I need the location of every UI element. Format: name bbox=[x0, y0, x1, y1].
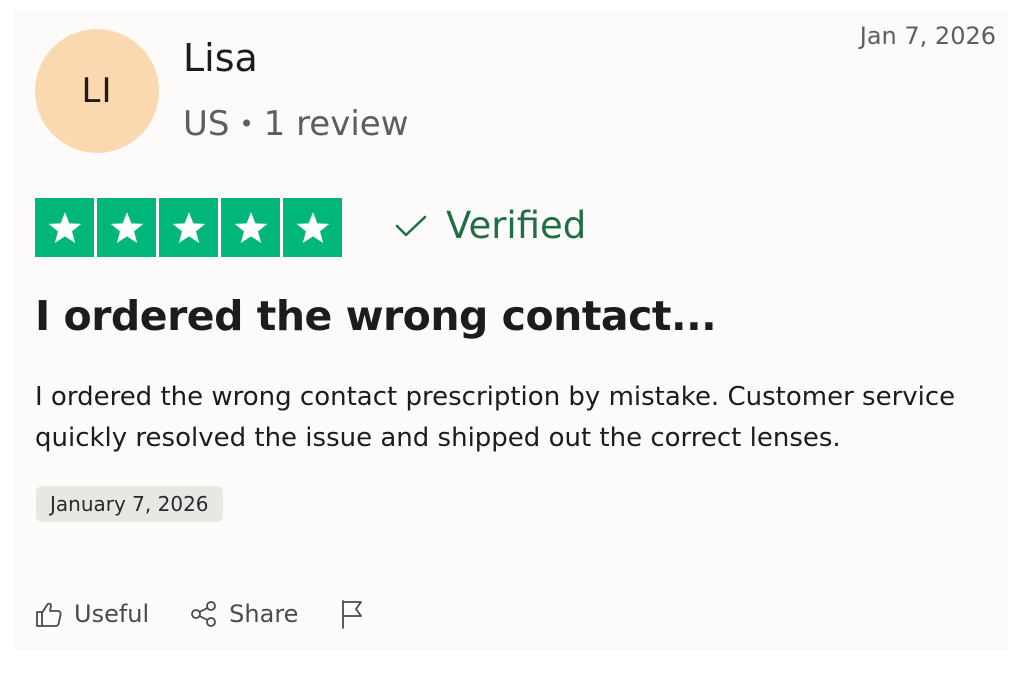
review-card: LI Lisa US • 1 review Jan 7, 2026 Verifi… bbox=[14, 10, 1008, 650]
experience-date-badge: January 7, 2026 bbox=[36, 486, 223, 522]
star-rating bbox=[35, 198, 342, 257]
review-date: Jan 7, 2026 bbox=[859, 22, 996, 50]
reviewer-country: US bbox=[183, 104, 230, 144]
share-label: Share bbox=[229, 600, 299, 628]
reviewer-review-count: 1 review bbox=[263, 104, 409, 144]
checkmark-icon bbox=[394, 204, 428, 247]
share-button[interactable]: Share bbox=[189, 600, 298, 628]
star-icon bbox=[283, 198, 342, 257]
star-icon bbox=[35, 198, 94, 257]
review-actions: Useful Share bbox=[34, 598, 406, 630]
verified-label: Verified bbox=[446, 204, 587, 247]
reviewer-name[interactable]: Lisa bbox=[183, 36, 258, 80]
share-icon bbox=[189, 600, 219, 628]
useful-label: Useful bbox=[74, 600, 150, 628]
verified-badge[interactable]: Verified bbox=[394, 204, 586, 247]
star-icon bbox=[159, 198, 218, 257]
avatar-initials: LI bbox=[81, 71, 113, 111]
useful-button[interactable]: Useful bbox=[34, 600, 149, 628]
flag-icon bbox=[338, 598, 366, 630]
meta-separator: • bbox=[239, 110, 254, 138]
thumbs-up-icon bbox=[34, 600, 64, 628]
review-title[interactable]: I ordered the wrong contact... bbox=[35, 292, 717, 340]
reviewer-meta: US • 1 review bbox=[183, 104, 409, 144]
review-body: I ordered the wrong contact prescription… bbox=[35, 382, 956, 453]
avatar[interactable]: LI bbox=[35, 29, 159, 153]
report-button[interactable] bbox=[338, 598, 366, 630]
star-icon bbox=[97, 198, 156, 257]
star-icon bbox=[221, 198, 280, 257]
